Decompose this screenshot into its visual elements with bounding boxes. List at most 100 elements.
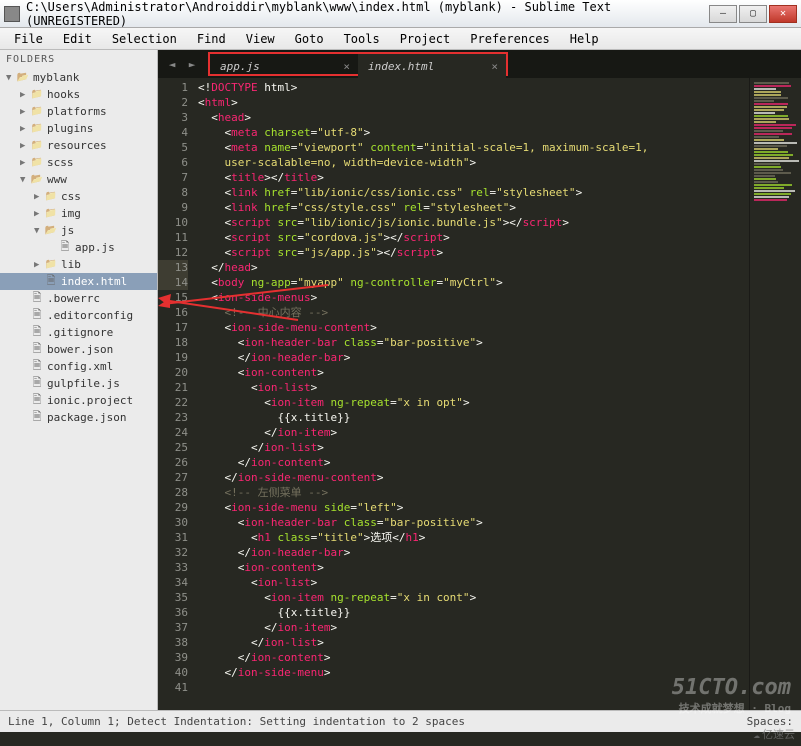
disclosure-arrow-icon: ▼ (6, 73, 16, 83)
tree-item-label: img (61, 207, 81, 220)
file-gulpfile-js[interactable]: gulpfile.js (0, 375, 157, 392)
file-bower-json[interactable]: bower.json (0, 341, 157, 358)
tree-item-label: css (61, 190, 81, 203)
close-button[interactable]: ✕ (769, 5, 797, 23)
disclosure-arrow-icon: ▶ (34, 192, 44, 202)
folder-lib[interactable]: ▶ lib (0, 256, 157, 273)
tree-item-label: www (47, 173, 67, 186)
minimize-button[interactable]: — (709, 5, 737, 23)
folder-myblank[interactable]: ▼ myblank (0, 69, 157, 86)
window-title: C:\Users\Administrator\Androiddir\myblan… (26, 0, 709, 28)
folder-icon (44, 208, 58, 219)
tree-item-label: app.js (75, 241, 115, 254)
menu-project[interactable]: Project (390, 30, 461, 48)
window-titlebar: C:\Users\Administrator\Androiddir\myblan… (0, 0, 801, 28)
line-number-gutter[interactable]: 1234567891011121314151617181920212223242… (158, 78, 198, 710)
menu-file[interactable]: File (4, 30, 53, 48)
folder-css[interactable]: ▶ css (0, 188, 157, 205)
tree-item-label: lib (61, 258, 81, 271)
tree-item-label: package.json (47, 411, 126, 424)
disclosure-arrow-icon: ▼ (34, 226, 44, 236)
tree-item-label: index.html (61, 275, 127, 288)
code-editor[interactable]: <!DOCTYPE html><html> <head> <meta chars… (198, 78, 749, 710)
minimap[interactable] (749, 78, 801, 710)
file-icon (44, 272, 58, 291)
cloud-icon: ☁ (753, 728, 760, 741)
folder-icon (44, 259, 58, 270)
folder-hooks[interactable]: ▶hooks (0, 86, 157, 103)
folder-scss[interactable]: ▶ scss (0, 154, 157, 171)
close-icon[interactable]: × (343, 60, 350, 73)
disclosure-arrow-icon: ▶ (34, 260, 44, 270)
tab-scroll-right-icon[interactable]: ► (182, 58, 202, 71)
folder-icon (30, 174, 44, 185)
menu-goto[interactable]: Goto (285, 30, 334, 48)
file--bowerrc[interactable]: .bowerrc (0, 290, 157, 307)
tree-item-label: myblank (33, 71, 79, 84)
menubar: FileEditSelectionFindViewGotoToolsProjec… (0, 28, 801, 50)
menu-tools[interactable]: Tools (334, 30, 390, 48)
tree-item-label: platforms (47, 105, 107, 118)
folder-plugins[interactable]: ▶ plugins (0, 120, 157, 137)
disclosure-arrow-icon: ▶ (20, 107, 30, 117)
folder-icon (30, 140, 44, 151)
menu-preferences[interactable]: Preferences (460, 30, 559, 48)
tree-item-label: resources (47, 139, 107, 152)
menu-find[interactable]: Find (187, 30, 236, 48)
folder-icon (16, 72, 30, 83)
tree-item-label: config.xml (47, 360, 113, 373)
menu-view[interactable]: View (236, 30, 285, 48)
folder-icon (30, 106, 44, 117)
file--gitignore[interactable]: .gitignore (0, 324, 157, 341)
folder-js[interactable]: ▼ js (0, 222, 157, 239)
folder-icon (30, 89, 44, 100)
file-package-json[interactable]: package.json (0, 409, 157, 426)
folder-tree: ▼ myblank ▶hooks ▶ platforms ▶ plugins ▶ resourc… (0, 69, 157, 426)
tab-bar: ◄ ► app.js × index.html × (158, 50, 801, 78)
tree-item-label: js (61, 224, 74, 237)
tab-scroll-left-icon[interactable]: ◄ (162, 58, 182, 71)
tree-item-label: .gitignore (47, 326, 113, 339)
folder-icon (44, 191, 58, 202)
folder-icon (30, 157, 44, 168)
tab-label: index.html (368, 60, 434, 73)
menu-edit[interactable]: Edit (53, 30, 102, 48)
folder-icon (30, 123, 44, 134)
file-ionic-project[interactable]: ionic.project (0, 392, 157, 409)
status-left: Line 1, Column 1; Detect Indentation: Se… (8, 715, 465, 728)
tab-index-html[interactable]: index.html × (358, 54, 506, 78)
tree-item-label: gulpfile.js (47, 377, 120, 390)
file-index-html[interactable]: index.html (0, 273, 157, 290)
tree-item-label: .editorconfig (47, 309, 133, 322)
file--editorconfig[interactable]: .editorconfig (0, 307, 157, 324)
editor-area: ◄ ► app.js × index.html × 12345678910111213… (158, 50, 801, 710)
tree-item-label: plugins (47, 122, 93, 135)
tree-item-label: bower.json (47, 343, 113, 356)
folder-resources[interactable]: ▶ resources (0, 137, 157, 154)
sidebar-header: FOLDERS (0, 50, 157, 69)
menu-help[interactable]: Help (560, 30, 609, 48)
tree-item-label: ionic.project (47, 394, 133, 407)
tree-item-label: scss (47, 156, 74, 169)
folder-www[interactable]: ▼www (0, 171, 157, 188)
folder-img[interactable]: ▶ img (0, 205, 157, 222)
disclosure-arrow-icon: ▶ (34, 209, 44, 219)
file-config-xml[interactable]: config.xml (0, 358, 157, 375)
tab-group-highlight: app.js × index.html × (208, 52, 508, 76)
file-app-js[interactable]: app.js (0, 239, 157, 256)
tab-label: app.js (220, 60, 260, 73)
tree-item-label: .bowerrc (47, 292, 100, 305)
sidebar: FOLDERS ▼ myblank ▶hooks ▶ platforms ▶ plugins… (0, 50, 158, 710)
file-icon (58, 238, 72, 257)
folder-platforms[interactable]: ▶ platforms (0, 103, 157, 120)
disclosure-arrow-icon: ▶ (20, 124, 30, 134)
tab-app-js[interactable]: app.js × (210, 54, 358, 78)
maximize-button[interactable]: ▢ (739, 5, 767, 23)
disclosure-arrow-icon: ▶ (20, 158, 30, 168)
status-bar: Line 1, Column 1; Detect Indentation: Se… (0, 710, 801, 732)
folder-icon (44, 225, 58, 236)
disclosure-arrow-icon: ▶ (20, 141, 30, 151)
cloud-watermark: ☁ 亿速云 (753, 726, 795, 742)
menu-selection[interactable]: Selection (102, 30, 187, 48)
close-icon[interactable]: × (491, 60, 498, 73)
